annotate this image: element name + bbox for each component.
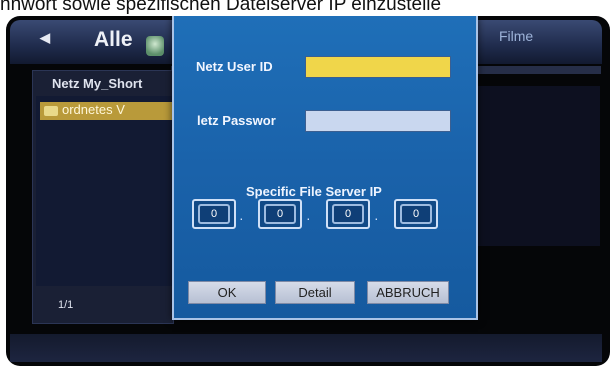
ip-octet-1-value: 0 <box>198 204 230 224</box>
folder-icon <box>44 106 58 116</box>
media-icon <box>146 36 164 56</box>
user-id-field[interactable] <box>305 56 451 78</box>
ip-separator: · <box>239 210 244 226</box>
left-arrow-icon[interactable]: ◀ <box>40 30 50 46</box>
preview-area <box>472 86 600 246</box>
user-id-label: Netz User ID <box>196 59 273 74</box>
password-label: letz Passwor <box>197 113 276 128</box>
ip-section-title: Specific File Server IP <box>246 184 382 199</box>
detail-button[interactable]: Detail <box>275 281 355 304</box>
ip-octet-3-value: 0 <box>332 204 364 224</box>
ip-octet-4[interactable]: 0 <box>394 199 438 229</box>
ip-octet-2[interactable]: 0 <box>258 199 302 229</box>
ok-button[interactable]: OK <box>188 281 266 304</box>
ip-octet-4-value: 0 <box>400 204 432 224</box>
file-list <box>36 96 172 286</box>
ip-octet-2-value: 0 <box>264 204 296 224</box>
tab-alle[interactable]: Alle <box>94 28 133 52</box>
ip-octet-1[interactable]: 0 <box>192 199 236 229</box>
ip-separator: · <box>374 210 379 226</box>
page-counter: 1/1 <box>58 299 74 311</box>
bottom-status-bar <box>10 334 602 362</box>
password-field[interactable] <box>305 110 451 132</box>
cancel-button[interactable]: ABBRUCH <box>367 281 449 304</box>
tv-screen: ◀ Alle Filme Netz My_Short ordnetes V 1/… <box>6 16 610 366</box>
caption-text: nnwort sowie spezifischen Dateiserver IP… <box>0 0 442 15</box>
ip-separator: · <box>306 210 311 226</box>
tab-filme[interactable]: Filme <box>499 28 533 44</box>
breadcrumb-path: Netz My_Short <box>52 76 143 91</box>
list-item-label: ordnetes V <box>62 102 125 117</box>
ip-octet-3[interactable]: 0 <box>326 199 370 229</box>
